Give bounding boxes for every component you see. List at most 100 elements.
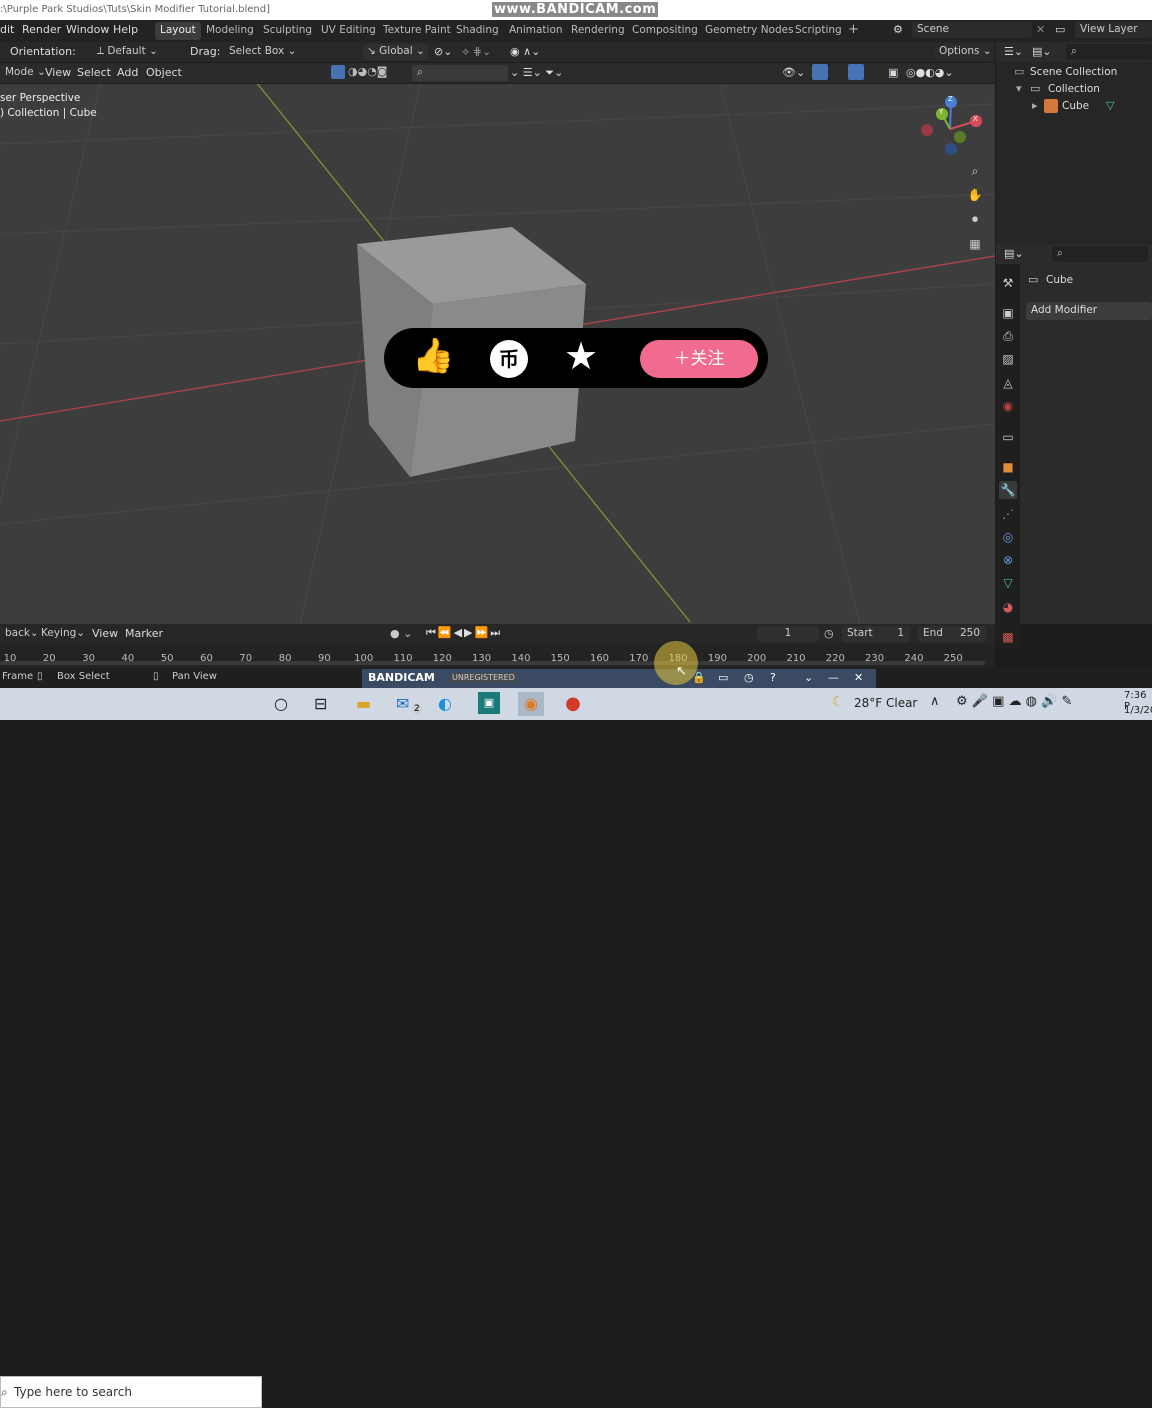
end-frame-field[interactable]: End 250 xyxy=(918,626,986,642)
collection-icon[interactable]: ▭ xyxy=(999,428,1017,446)
constraints-icon[interactable]: ⊗ xyxy=(999,551,1017,569)
menu-render[interactable]: Render xyxy=(22,23,61,36)
tab-shading[interactable]: Shading xyxy=(451,22,504,40)
blender-icon[interactable]: ◉ xyxy=(518,692,544,716)
filter-icon[interactable]: ⌄ ☰⌄ ⏷⌄ xyxy=(510,66,563,80)
transform-orientation-dropdown[interactable]: ↘ Global ⌄ xyxy=(362,44,428,60)
outliner-row-cube[interactable]: ▸ Cube ▽ xyxy=(1002,99,1152,115)
help-icon[interactable]: ? xyxy=(770,671,776,684)
tab-compositing[interactable]: Compositing xyxy=(627,22,703,40)
add-workspace-button[interactable]: + xyxy=(843,20,864,38)
outliner-row-scene-collection[interactable]: ▭ Scene Collection xyxy=(1002,65,1152,81)
modifier-wrench-icon[interactable]: 🔧 xyxy=(999,481,1017,499)
timeline-marker-menu[interactable]: Marker xyxy=(125,627,163,640)
scene-selector[interactable]: Scene xyxy=(912,22,1032,38)
tab-rendering[interactable]: Rendering xyxy=(566,22,630,40)
zoom-icon[interactable]: ⌕ xyxy=(966,164,984,182)
playback-controls[interactable]: ⏮⏪◀▶⏩⏭ xyxy=(426,626,502,640)
outliner-row-collection[interactable]: ▾ ▭ Collection xyxy=(1002,82,1152,98)
timeline-view-menu[interactable]: View xyxy=(92,627,118,640)
tab-modeling[interactable]: Modeling xyxy=(201,22,259,40)
gizmo-toggle-icon[interactable] xyxy=(812,64,828,80)
tab-texture-paint[interactable]: Texture Paint xyxy=(378,22,456,40)
texture-icon[interactable]: ▩ xyxy=(999,628,1017,646)
mode-dropdown[interactable]: Mode ⌄ xyxy=(0,65,46,81)
tab-uv-editing[interactable]: UV Editing xyxy=(316,22,381,40)
tab-geometry-nodes[interactable]: Geometry Nodes xyxy=(700,22,799,40)
weather-text[interactable]: 28°F Clear xyxy=(854,696,917,710)
options-dropdown[interactable]: Options ⌄ xyxy=(934,44,992,60)
minimize-icon[interactable]: — xyxy=(828,671,839,684)
select-mode-icons[interactable]: ◑◕◔◙ xyxy=(348,65,387,78)
taskbar-search-box[interactable]: ⌕ Type here to search xyxy=(0,1376,262,1408)
editor-type-icon[interactable]: ▤⌄ xyxy=(1004,247,1024,260)
add-modifier-button[interactable]: Add Modifier xyxy=(1026,302,1152,320)
task-view-icon[interactable]: ⊟ xyxy=(314,694,327,713)
tool-icon[interactable]: ⚒ xyxy=(999,274,1017,292)
close-icon[interactable]: ✕ xyxy=(1036,23,1045,36)
outliner-search-field[interactable]: ⌕ xyxy=(1066,44,1152,60)
xray-icon[interactable]: ▣ xyxy=(888,66,898,79)
current-frame-field[interactable]: 1 xyxy=(757,626,819,642)
pan-hand-icon[interactable]: ✋ xyxy=(966,188,984,206)
chevron-up-icon[interactable]: ∧ xyxy=(930,694,940,709)
clock-date[interactable]: 1/3/20 xyxy=(1124,705,1152,716)
menu-view[interactable]: View xyxy=(45,66,71,79)
render-icon[interactable]: ▣ xyxy=(999,304,1017,322)
proportional-edit-icon[interactable]: ◉ ∧⌄ xyxy=(510,45,540,58)
edge-icon[interactable]: ◐ xyxy=(438,694,452,713)
follow-button[interactable]: ＋关注 xyxy=(640,340,758,378)
tab-layout[interactable]: Layout xyxy=(155,22,201,40)
tab-scripting[interactable]: Scripting xyxy=(790,22,847,40)
start-frame-field[interactable]: Start 1 xyxy=(842,626,910,642)
mail-icon[interactable]: ✉ xyxy=(396,694,409,713)
drag-dropdown[interactable]: Select Box ⌄ xyxy=(224,44,302,60)
display-mode-icon[interactable]: ☰⌄ xyxy=(1004,45,1023,58)
shading-modes-icon[interactable]: ◎●◐◕⌄ xyxy=(906,66,954,79)
like-thumbs-up-icon[interactable]: 👍 xyxy=(412,336,454,376)
bandicam-icon[interactable]: ● xyxy=(560,692,586,716)
menu-edit[interactable]: dit xyxy=(0,23,14,36)
more-icon[interactable]: ⌄ xyxy=(804,671,813,684)
tab-animation[interactable]: Animation xyxy=(504,22,568,40)
orientation-dropdown[interactable]: ⟂ Default ⌄ xyxy=(92,44,174,60)
camera-icon[interactable]: ⏺ xyxy=(966,212,984,230)
scene-icon[interactable]: ◬ xyxy=(999,374,1017,392)
cortana-icon[interactable]: ○ xyxy=(274,694,288,713)
properties-search-field[interactable]: ⌕ xyxy=(1052,246,1148,262)
menu-select[interactable]: Select xyxy=(77,66,111,79)
world-icon[interactable]: ◉ xyxy=(999,397,1017,415)
particles-icon[interactable]: ⋰ xyxy=(999,505,1017,523)
overlay-toggle-icon[interactable] xyxy=(848,64,864,80)
timer-icon[interactable]: ◷ xyxy=(744,671,754,684)
expand-icon[interactable]: ▸ xyxy=(1032,99,1038,112)
close-icon[interactable]: ✕ xyxy=(854,671,863,684)
menu-help[interactable]: Help xyxy=(113,23,138,36)
physics-icon[interactable]: ◎ xyxy=(999,528,1017,546)
tray-icons[interactable]: ⚙ 🎤 ▣ ☁ ◍ 🔊 ✎ xyxy=(956,694,1072,709)
expand-icon[interactable]: ▾ xyxy=(1016,82,1022,95)
folder-icon[interactable]: ▭ xyxy=(718,671,728,684)
menu-add[interactable]: Add xyxy=(117,66,138,79)
keying-dropdown[interactable]: Keying⌄ xyxy=(36,626,85,642)
visibility-icon[interactable]: 👁⌄ xyxy=(782,66,805,79)
playback-dropdown[interactable]: back⌄ xyxy=(0,626,39,642)
view-layer-selector[interactable]: View Layer xyxy=(1075,22,1152,38)
favorite-star-icon[interactable]: ★ xyxy=(564,334,598,378)
store-icon[interactable]: ▣ xyxy=(478,692,500,714)
menu-object[interactable]: Object xyxy=(146,66,182,79)
output-icon[interactable]: ⎙ xyxy=(999,327,1017,345)
menu-window[interactable]: Window xyxy=(66,23,109,36)
autokey-record-icon[interactable]: ● ⌄ xyxy=(390,627,412,640)
grid-perspective-icon[interactable]: ▦ xyxy=(966,237,984,255)
timeline-ruler[interactable]: 10 20 30 40 50 60 70 80 90 100 110 120 130 140 150 160 1… xyxy=(0,644,995,668)
object-icon[interactable]: ■ xyxy=(999,458,1017,476)
coin-icon[interactable]: 币 xyxy=(490,340,528,378)
view-layer-icon[interactable]: ▨ xyxy=(999,350,1017,368)
filter-view-icon[interactable]: ▤⌄ xyxy=(1032,45,1052,58)
tab-sculpting[interactable]: Sculpting xyxy=(258,22,317,40)
snap-icon[interactable]: ⟡ ⋕⌄ xyxy=(462,45,491,59)
mesh-data-icon[interactable]: ▽ xyxy=(999,574,1017,592)
viewport-search-field[interactable]: ⌕ xyxy=(412,65,508,81)
material-icon[interactable]: ◕ xyxy=(999,598,1017,616)
